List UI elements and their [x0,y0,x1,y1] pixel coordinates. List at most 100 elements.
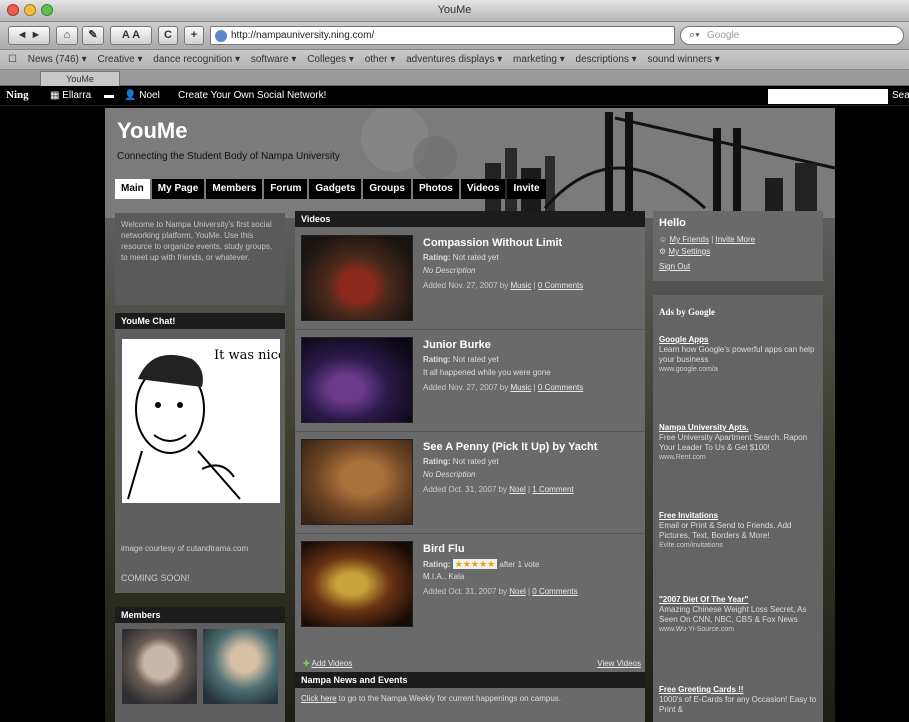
ad-url: Evite.com/invitations [659,542,723,549]
video-thumbnail[interactable] [301,337,413,423]
tab-my-page[interactable]: My Page [151,179,205,199]
tab-main[interactable]: Main [115,179,150,199]
members-module: Members [115,607,285,722]
bookmarks-book-icon[interactable]: ☐ [8,50,17,69]
site-tagline: Connecting the Student Body of Nampa Uni… [117,151,340,162]
video-title[interactable]: Compassion Without Limit [423,237,562,249]
search-input[interactable]: ⌕▾ Google [680,26,904,45]
sign-out-link[interactable]: Sign Out [659,262,817,271]
rating-value: Not rated yet [452,355,499,364]
page-content: YouMe Connecting the Student Body of Nam… [105,108,835,722]
bookmark-item[interactable]: descriptions ▾ [576,50,637,69]
video-author-link[interactable]: Music [510,383,531,392]
tab-youme[interactable]: YouMe [40,71,120,86]
tab-videos[interactable]: Videos [460,179,506,199]
tab-invite[interactable]: Invite [507,179,546,199]
video-added-date: Added Nov. 27, 2007 by [423,281,511,290]
bookmark-item[interactable]: dance recognition ▾ [153,50,240,69]
video-thumbnail[interactable] [301,541,413,627]
news-text: Click here to go to the Nampa Weekly for… [295,688,645,709]
video-comments-link[interactable]: 0 Comments [538,383,583,392]
news-link[interactable]: Click here [301,694,337,703]
add-videos-label: Add Videos [311,659,353,668]
rating-label: Rating: [423,560,451,569]
back-forward-button[interactable]: ◄ ► [8,26,50,45]
message-icon[interactable]: ▬ [104,90,114,101]
rating-stars[interactable]: ★★★★★ [452,559,498,569]
video-comments-link[interactable]: 0 Comments [538,281,583,290]
video-author-link[interactable]: Noel [509,485,525,494]
ad-item[interactable]: "2007 Diet Of The Year" Amazing Chinese … [659,595,817,635]
tab-members[interactable]: Members [206,179,263,199]
ad-title[interactable]: Free Invitations [659,511,817,521]
my-settings-link[interactable]: My Settings [668,247,710,256]
reload-button[interactable]: C [158,26,178,45]
bookmark-item[interactable]: Colleges ▾ [307,50,354,69]
address-bar[interactable]: http://nampauniversity.ning.com/ [210,26,675,45]
tab-forum[interactable]: Forum [264,179,308,199]
hello-settings-row: ⚙ My Settings [659,247,817,256]
video-author-link[interactable]: Noel [509,587,525,596]
video-item: Bird Flu Rating: ★★★★★ after 1 vote M.I.… [295,535,645,636]
ad-title[interactable]: Free Greeting Cards !! [659,685,817,695]
video-comments-link[interactable]: 0 Comments [532,587,577,596]
video-title[interactable]: See A Penny (Pick It Up) by Yacht [423,441,597,453]
ning-user-label: Ellarra [62,90,92,101]
ad-title[interactable]: Google Apps [659,335,817,345]
add-videos-link[interactable]: ✚ Add Videos [303,659,352,668]
bookmark-item[interactable]: other ▾ [365,50,396,69]
members-header: Members [115,607,285,623]
address-bar-url: http://nampauniversity.ning.com/ [231,30,375,41]
ad-item[interactable]: Google Apps Learn how Google's powerful … [659,335,817,375]
video-author-link[interactable]: Music [510,281,531,290]
chat-coming-soon: COMING SOON! [121,573,190,583]
ad-title[interactable]: Nampa University Apts. [659,423,817,433]
my-friends-link[interactable]: My Friends [669,235,709,244]
video-title[interactable]: Bird Flu [423,543,465,555]
sketch-drawing: It was nice talking to you the other nig… [127,348,485,500]
video-thumbnail[interactable] [301,439,413,525]
globe-icon [215,30,227,42]
rating-label: Rating: [423,253,451,262]
ad-item[interactable]: Free Greeting Cards !! 1000's of E-Cards… [659,685,817,715]
video-comments-link[interactable]: 1 Comment [532,485,573,494]
add-icon: ✚ [303,659,310,668]
video-item: Junior Burke Rating: Not rated yet It al… [295,331,645,432]
search-icon: ⌕▾ [689,29,700,41]
ad-title[interactable]: "2007 Diet Of The Year" [659,595,817,605]
edit-icon[interactable]: ✎ [82,26,104,45]
invite-more-link[interactable]: Invite More [716,235,756,244]
bookmark-item[interactable]: Creative ▾ [97,50,142,69]
ad-item[interactable]: Free Invitations Email or Print & Send t… [659,511,817,551]
bookmark-item[interactable]: sound winners ▾ [648,50,720,69]
create-network-link[interactable]: Create Your Own Social Network! [178,90,326,101]
member-avatar[interactable] [203,629,278,704]
hello-module: Hello ☺ My Friends | Invite More ⚙ My Se… [653,211,823,281]
bookmark-item[interactable]: marketing ▾ [513,50,565,69]
tab-groups[interactable]: Groups [363,179,411,199]
chat-header: YouMe Chat! [115,313,285,329]
tab-photos[interactable]: Photos [412,179,459,199]
ad-body: Free University Apartment Search. Rapon … [659,433,808,452]
video-thumbnail[interactable] [301,235,413,321]
ad-item[interactable]: Nampa University Apts. Free University A… [659,423,817,463]
text-size-button[interactable]: A A [110,26,152,45]
video-rating: Rating: Not rated yet [423,457,499,466]
bookmark-item[interactable]: adventures displays ▾ [406,50,502,69]
add-bookmark-button[interactable]: + [184,26,204,45]
bookmark-item[interactable]: News (746) ▾ [28,50,87,69]
home-icon[interactable]: ⌂ [56,26,78,45]
member-avatar[interactable] [122,629,197,704]
video-title[interactable]: Junior Burke [423,339,491,351]
bookmark-item[interactable]: software ▾ [251,50,297,69]
rating-value: Not rated yet [452,253,499,262]
tab-gadgets[interactable]: Gadgets [309,179,362,199]
ning-logo[interactable]: Ning [6,89,29,101]
ning-search-input[interactable] [768,89,888,104]
video-rating: Rating: Not rated yet [423,253,499,262]
view-videos-link[interactable]: View Videos [597,659,641,668]
ning-search-button[interactable]: Sea [892,90,909,101]
ning-user-link[interactable]: ▦ Ellarra [50,90,91,101]
news-header: Nampa News and Events [295,672,645,688]
ning-profile-link[interactable]: 👤 Noel [124,90,160,101]
